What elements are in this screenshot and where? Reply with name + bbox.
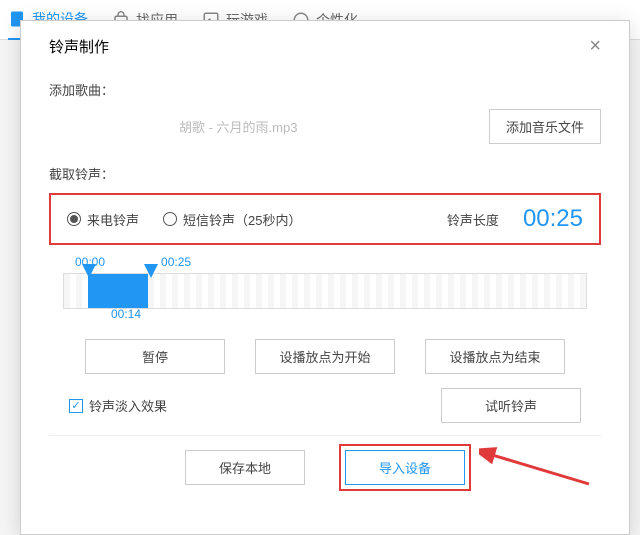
- save-local-button[interactable]: 保存本地: [185, 450, 305, 485]
- timeline-end-label: 00:25: [161, 255, 191, 269]
- ringtone-modal: 铃声制作 × 添加歌曲： 胡歌 - 六月的雨.mp3 添加音乐文件 截取铃声： …: [20, 20, 630, 535]
- radio-label: 短信铃声（25秒内）: [183, 210, 301, 229]
- check-label: 铃声淡入效果: [89, 396, 167, 415]
- preview-button[interactable]: 试听铃声: [441, 388, 581, 423]
- radio-call-ringtone[interactable]: 来电铃声: [67, 210, 139, 229]
- radio-sms-ringtone[interactable]: 短信铃声（25秒内）: [163, 210, 301, 229]
- timeline: 00:00 00:25 00:14: [63, 255, 587, 309]
- set-start-button[interactable]: 设播放点为开始: [255, 339, 395, 374]
- play-icon[interactable]: [119, 291, 133, 305]
- ringtone-type-box: 来电铃声 短信铃声（25秒内） 铃声长度 00:25: [49, 193, 601, 245]
- fade-in-checkbox[interactable]: ✓ 铃声淡入效果: [69, 396, 167, 415]
- length-value: 00:25: [523, 205, 583, 233]
- timeline-playhead[interactable]: 00:14: [111, 291, 141, 321]
- import-device-button[interactable]: 导入设备: [345, 450, 465, 485]
- radio-icon: [67, 212, 81, 226]
- radio-label: 来电铃声: [87, 210, 139, 229]
- timeline-track[interactable]: [63, 273, 587, 309]
- playhead-time: 00:14: [111, 307, 141, 321]
- length-label: 铃声长度: [447, 210, 499, 229]
- radio-icon: [163, 212, 177, 226]
- pause-button[interactable]: 暂停: [85, 339, 225, 374]
- current-filename: 胡歌 - 六月的雨.mp3: [179, 117, 297, 136]
- add-song-label: 添加歌曲：: [49, 80, 601, 99]
- cut-ringtone-label: 截取铃声：: [49, 164, 601, 183]
- add-music-button[interactable]: 添加音乐文件: [489, 109, 601, 144]
- close-icon[interactable]: ×: [589, 35, 601, 58]
- modal-title: 铃声制作: [49, 36, 109, 57]
- set-end-button[interactable]: 设播放点为结束: [425, 339, 565, 374]
- check-icon: ✓: [69, 399, 83, 413]
